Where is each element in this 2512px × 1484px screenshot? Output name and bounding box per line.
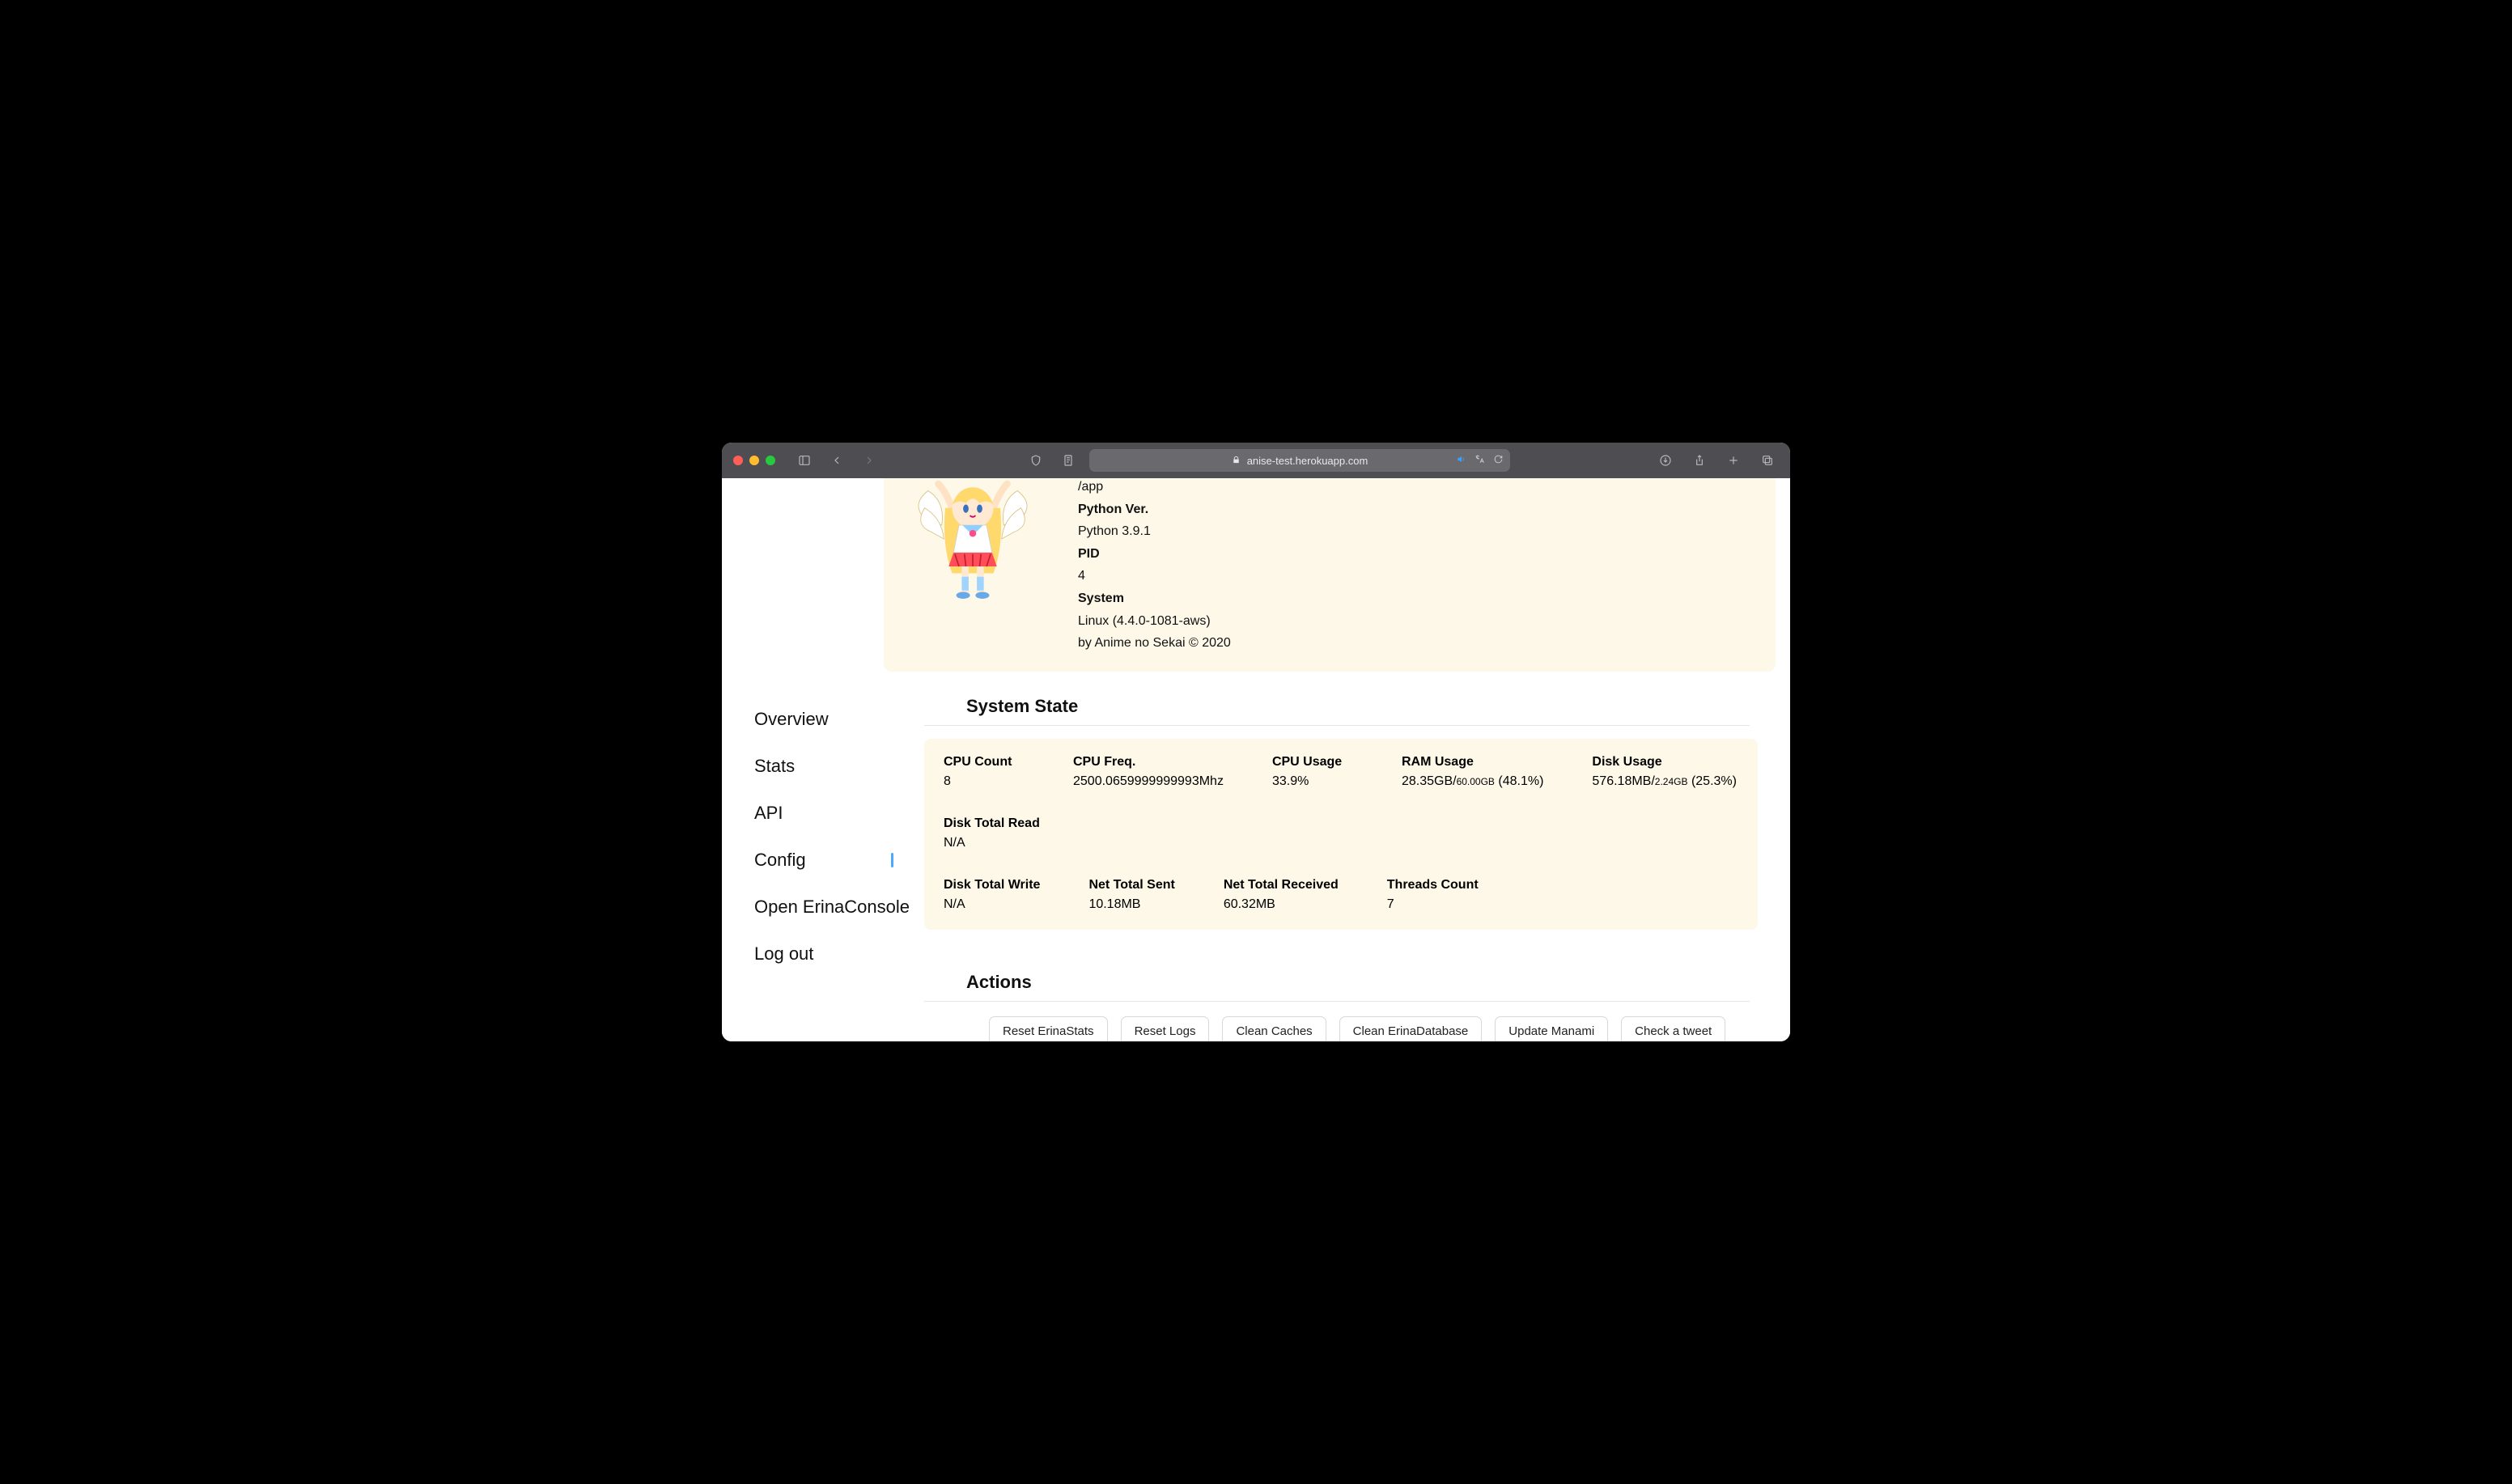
action-button-check-a-tweet[interactable]: Check a tweet: [1621, 1016, 1725, 1041]
new-tab-icon[interactable]: [1722, 449, 1745, 472]
metric-label: Disk Total Read: [944, 816, 1040, 831]
sidebar-toggle-icon[interactable]: [793, 449, 816, 472]
system-info-text: /app Python Ver. Python 3.9.1 PID 4 Syst…: [1078, 478, 1759, 657]
sidebar-item-overview[interactable]: Overview: [754, 696, 916, 743]
reload-icon[interactable]: [1493, 454, 1504, 467]
system-value: Linux (4.4.0-1081-aws): [1078, 614, 1211, 628]
action-button-reset-erinastats[interactable]: Reset ErinaStats: [989, 1016, 1108, 1041]
metric: Disk Total Read N/A: [944, 816, 1040, 850]
share-icon[interactable]: [1688, 449, 1711, 472]
page-main: System State CPU Count 8 CPU Freq. 2500.065…: [924, 691, 1758, 1041]
metric: CPU Freq. 2500.0659999999993Mhz: [1073, 755, 1224, 789]
metric: CPU Usage 33.9%: [1272, 755, 1353, 789]
minimize-window-button[interactable]: [749, 456, 759, 465]
metric-label: Disk Total Write: [944, 878, 1040, 893]
pid-value: 4: [1078, 569, 1085, 583]
system-state-title: System State: [924, 691, 1750, 726]
metric-label: Net Total Sent: [1088, 878, 1174, 893]
reader-icon[interactable]: [1057, 449, 1080, 472]
actions-title: Actions: [924, 967, 1750, 1002]
sidebar-item-api[interactable]: API: [754, 790, 916, 837]
page-content: /app Python Ver. Python 3.9.1 PID 4 Syst…: [722, 478, 1790, 1041]
action-button-clean-erinadatabase[interactable]: Clean ErinaDatabase: [1339, 1016, 1483, 1041]
close-window-button[interactable]: [733, 456, 743, 465]
system-state-panel: CPU Count 8 CPU Freq. 2500.0659999999993Mhz…: [924, 739, 1758, 930]
window-controls: [733, 456, 775, 465]
system-label: System: [1078, 591, 1124, 605]
metric-value: 8: [944, 774, 1025, 789]
metrics-row-1: CPU Count 8 CPU Freq. 2500.0659999999993Mhz…: [944, 755, 1738, 850]
main-area: Overview Stats API Config Open ErinaCons…: [722, 672, 1790, 1041]
metric-value: 2500.0659999999993Mhz: [1073, 774, 1224, 789]
metric-label: Disk Usage: [1592, 755, 1737, 770]
metrics-row-2: Disk Total Write N/A Net Total Sent 10.18MB…: [944, 878, 1738, 912]
sound-icon[interactable]: [1456, 454, 1466, 467]
metric-value: 28.35GB/60.00GB (48.1%): [1402, 774, 1543, 789]
metric-label: CPU Usage: [1272, 755, 1353, 770]
back-button[interactable]: [825, 449, 848, 472]
translate-icon[interactable]: [1475, 454, 1485, 467]
metric: Net Total Sent 10.18MB: [1088, 878, 1174, 912]
python-version-label: Python Ver.: [1078, 502, 1148, 516]
titlebar: anise-test.herokuapp.com: [722, 443, 1790, 478]
metric: Threads Count 7: [1387, 878, 1479, 912]
metric: RAM Usage 28.35GB/60.00GB (48.1%): [1402, 755, 1543, 789]
metric-value: 7: [1387, 897, 1479, 912]
metric-value: 33.9%: [1272, 774, 1353, 789]
metric-value: N/A: [944, 836, 1040, 850]
lock-icon: [1232, 455, 1241, 467]
actions-row-1: Reset ErinaStats Reset Logs Clean Caches Cl…: [924, 1002, 1758, 1041]
shield-icon[interactable]: [1025, 449, 1047, 472]
action-button-update-manami[interactable]: Update Manami: [1495, 1016, 1608, 1041]
pid-label: PID: [1078, 547, 1100, 561]
metric-value: 60.32MB: [1224, 897, 1339, 912]
system-info-panel: /app Python Ver. Python 3.9.1 PID 4 Syst…: [884, 478, 1776, 672]
metric-label: RAM Usage: [1402, 755, 1543, 770]
sidebar-item-config[interactable]: Config: [754, 837, 916, 884]
python-version-value: Python 3.9.1: [1078, 524, 1151, 538]
metric-label: Net Total Received: [1224, 878, 1339, 893]
metric-value: 576.18MB/2.24GB (25.3%): [1592, 774, 1737, 789]
metric: Disk Usage 576.18MB/2.24GB (25.3%): [1592, 755, 1737, 789]
mascot-image: [900, 478, 1046, 608]
downloads-icon[interactable]: [1654, 449, 1677, 472]
metric-label: CPU Count: [944, 755, 1025, 770]
action-button-clean-caches[interactable]: Clean Caches: [1222, 1016, 1326, 1041]
metric-value: 10.18MB: [1088, 897, 1174, 912]
credit-text: by Anime no Sekai © 2020: [1078, 636, 1231, 650]
address-bar[interactable]: anise-test.herokuapp.com: [1089, 449, 1510, 472]
metric: Disk Total Write N/A: [944, 878, 1040, 912]
tab-overview-icon[interactable]: [1756, 449, 1779, 472]
metric: Net Total Received 60.32MB: [1224, 878, 1339, 912]
action-button-reset-logs[interactable]: Reset Logs: [1121, 1016, 1210, 1041]
forward-button[interactable]: [858, 449, 880, 472]
sidebar-nav: Overview Stats API Config Open ErinaCons…: [754, 691, 916, 1041]
url-text: anise-test.herokuapp.com: [1247, 455, 1368, 467]
metric-value: N/A: [944, 897, 1040, 912]
app-path-value: /app: [1078, 480, 1103, 494]
sidebar-item-open-erinaconsole[interactable]: Open ErinaConsole: [754, 884, 916, 931]
sidebar-item-log-out[interactable]: Log out: [754, 931, 916, 977]
metric-label: CPU Freq.: [1073, 755, 1224, 770]
browser-window: anise-test.herokuapp.com: [722, 443, 1790, 1041]
metric: CPU Count 8: [944, 755, 1025, 789]
metric-label: Threads Count: [1387, 878, 1479, 893]
fullscreen-window-button[interactable]: [766, 456, 775, 465]
sidebar-item-stats[interactable]: Stats: [754, 743, 916, 790]
